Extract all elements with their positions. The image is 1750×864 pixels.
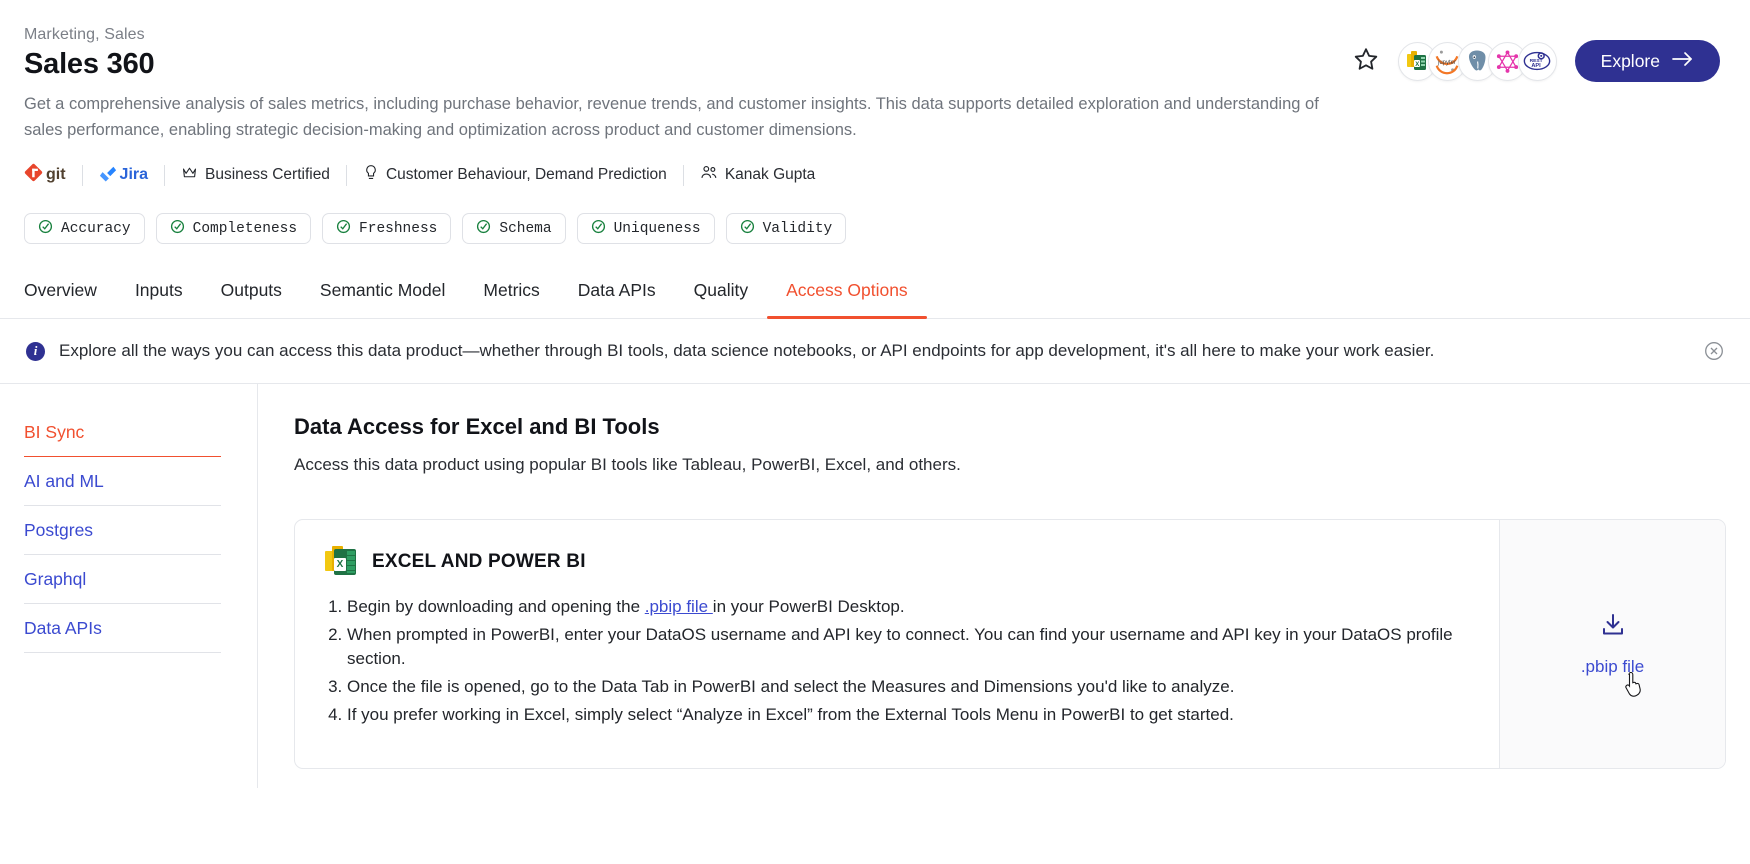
badge-label: Completeness (192, 220, 298, 237)
rest-api-icon[interactable]: REST API (1517, 41, 1557, 81)
git-icon (24, 163, 43, 187)
pbip-file-link[interactable]: .pbip file (645, 597, 713, 616)
jira-icon (99, 164, 117, 187)
close-icon[interactable] (1704, 341, 1724, 361)
card-header: X EXCEL AND POWER BI (325, 546, 1469, 577)
tab-inputs[interactable]: Inputs (116, 280, 202, 318)
quality-badges: Accuracy Completeness Freshness Schema U… (24, 213, 1750, 245)
crown-icon (181, 164, 198, 186)
list-item: If you prefer working in Excel, simply s… (347, 703, 1469, 728)
download-icon[interactable] (1600, 612, 1626, 643)
download-panel[interactable]: .pbip file (1499, 520, 1725, 769)
info-icon: i (26, 341, 45, 361)
svg-text:jupyter: jupyter (1437, 60, 1456, 66)
tab-bar: Overview Inputs Outputs Semantic Model M… (0, 280, 1750, 320)
tab-semantic-model[interactable]: Semantic Model (301, 280, 464, 318)
instruction-steps: Begin by downloading and opening the .pb… (325, 595, 1469, 727)
arrow-right-icon (1672, 51, 1694, 72)
tab-outputs[interactable]: Outputs (202, 280, 301, 318)
page-header: Marketing, Sales Sales 360 Get a compreh… (0, 0, 1750, 143)
badge-uniqueness[interactable]: Uniqueness (576, 213, 715, 245)
tool-icon-stack: X jupyter REST API (1397, 41, 1557, 81)
tab-data-apis[interactable]: Data APIs (559, 280, 675, 318)
sidebar-item-postgres[interactable]: Postgres (24, 506, 221, 556)
owner-label: Kanak Gupta (724, 166, 816, 184)
svg-text:X: X (1415, 62, 1419, 68)
tab-access-options[interactable]: Access Options (767, 280, 927, 320)
step-text-after: in your PowerBI Desktop. (712, 597, 905, 617)
main-content: Data Access for Excel and BI Tools Acces… (258, 384, 1750, 788)
card-title: EXCEL AND POWER BI (372, 550, 586, 572)
explore-button-label: Explore (1600, 50, 1660, 71)
mouse-cursor-icon (1624, 672, 1646, 703)
check-circle-icon (740, 219, 755, 239)
svg-text:API: API (1532, 63, 1542, 69)
badge-completeness[interactable]: Completeness (155, 213, 312, 245)
access-options-sidebar: BI Sync AI and ML Postgres Graphql Data … (0, 384, 258, 789)
jira-label: Jira (119, 166, 149, 184)
check-circle-icon (591, 219, 606, 239)
sidebar-item-graphql[interactable]: Graphql (24, 555, 221, 605)
badge-label: Uniqueness (613, 220, 701, 237)
list-item: Once the file is opened, go to the Data … (347, 675, 1469, 700)
check-circle-icon (38, 219, 53, 239)
tab-overview[interactable]: Overview (24, 280, 116, 318)
badge-validity[interactable]: Validity (725, 213, 847, 245)
sidebar-item-ai-and-ml[interactable]: AI and ML (24, 457, 221, 507)
tab-quality[interactable]: Quality (675, 280, 767, 318)
check-circle-icon (170, 219, 185, 239)
sidebar-item-data-apis[interactable]: Data APIs (24, 604, 221, 654)
certification-label: Business Certified (205, 166, 330, 184)
tab-metrics[interactable]: Metrics (464, 280, 558, 318)
body-split: BI Sync AI and ML Postgres Graphql Data … (0, 384, 1750, 789)
info-banner-text: Explore all the ways you can access this… (59, 341, 1435, 361)
bulb-icon (363, 164, 379, 186)
badge-label: Schema (499, 220, 552, 237)
badge-label: Validity (762, 220, 833, 237)
check-circle-icon (476, 219, 491, 239)
check-circle-icon (336, 219, 351, 239)
jira-link[interactable]: Jira (83, 164, 164, 187)
owner-item: Kanak Gupta (684, 164, 831, 186)
card-body: X EXCEL AND POWER BI Begin by downloadin… (295, 520, 1499, 768)
badge-schema[interactable]: Schema (462, 213, 566, 245)
excel-powerbi-icon: X (325, 546, 356, 577)
info-banner: i Explore all the ways you can access th… (0, 319, 1750, 385)
page-description: Get a comprehensive analysis of sales me… (24, 95, 1319, 139)
explore-button[interactable]: Explore (1574, 40, 1720, 82)
git-link[interactable]: git (24, 163, 82, 187)
git-label: git (46, 166, 66, 184)
users-icon (700, 164, 718, 186)
badge-label: Accuracy (61, 220, 131, 237)
tags-item: Customer Behaviour, Demand Prediction (347, 164, 683, 186)
section-title: Data Access for Excel and BI Tools (294, 414, 660, 440)
favorite-button[interactable] (1352, 47, 1380, 75)
badge-accuracy[interactable]: Accuracy (24, 213, 145, 245)
list-item: When prompted in PowerBI, enter your Dat… (347, 623, 1469, 672)
badge-label: Freshness (359, 220, 438, 237)
page-root: Marketing, Sales Sales 360 Get a compreh… (0, 0, 1750, 864)
star-icon (1353, 46, 1379, 77)
step-text-before: Begin by downloading and opening the (347, 597, 645, 617)
header-actions: X jupyter REST API Explore (1352, 40, 1720, 82)
excel-powerbi-card: X EXCEL AND POWER BI Begin by downloadin… (294, 519, 1726, 770)
certification-badge: Business Certified (165, 164, 346, 186)
meta-row: git Jira Business Certified Customer Beh… (24, 163, 1750, 187)
list-item: Begin by downloading and opening the .pb… (347, 595, 1469, 620)
sidebar-item-bi-sync[interactable]: BI Sync (24, 408, 221, 458)
section-subtitle: Access this data product using popular B… (294, 455, 961, 475)
tags-label: Customer Behaviour, Demand Prediction (385, 166, 667, 184)
badge-freshness[interactable]: Freshness (322, 213, 452, 245)
